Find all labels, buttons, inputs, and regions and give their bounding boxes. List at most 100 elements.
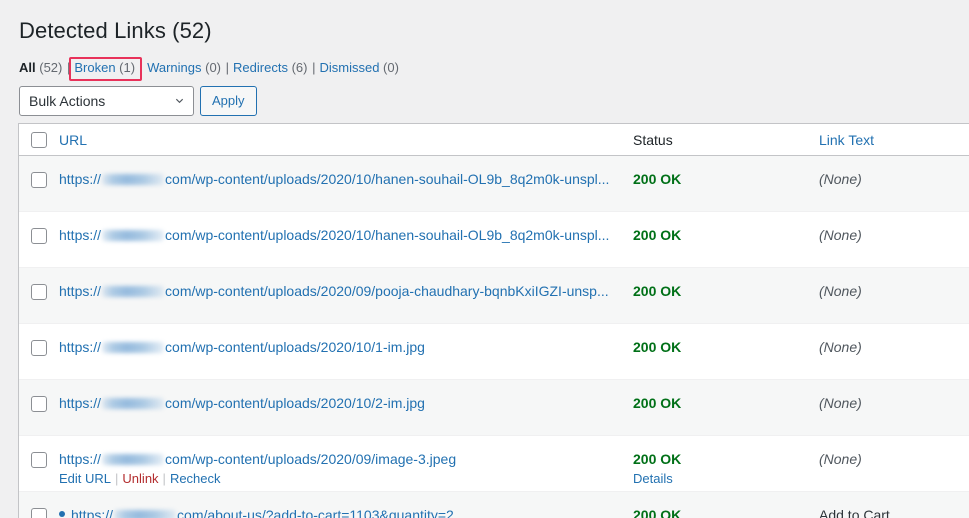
table-body: https:// com/wp-content/uploads/2020/10/h… [19,156,969,518]
row-select-cell [19,282,59,300]
url-cell: https:// com/wp-content/uploads/2020/10/h… [59,170,633,188]
url-link[interactable]: https:// com/wp-content/uploads/2020/09/i… [59,450,456,468]
url-link[interactable]: https:// com/wp-content/uploads/2020/10/h… [59,170,609,188]
filter-item-warnings: Warnings (0) | [147,60,230,75]
url-line: https:// com/wp-content/uploads/2020/09/p… [59,282,633,300]
row-checkbox[interactable] [31,340,47,356]
table-row: https:// com/wp-content/uploads/2020/09/p… [19,268,969,324]
link-text-cell: (None) [819,450,969,468]
redacted-domain [102,398,165,409]
url-prefix: https:// [59,451,102,467]
action-separator: | [162,471,166,486]
url-cell: https:// com/wp-content/uploads/2020/09/i… [59,450,633,488]
column-header-url[interactable]: URL [59,132,633,148]
url-cell: https:// com/about-us/?add-to-cart=1103&q… [59,506,633,518]
filter-link-dismissed[interactable]: Dismissed [319,60,379,75]
table-row: https:// com/wp-content/uploads/2020/10/1… [19,324,969,380]
filter-item-dismissed: Dismissed (0) [319,60,398,75]
row-select-cell [19,226,59,244]
select-all-checkbox[interactable] [31,131,47,148]
filter-link-broken[interactable]: Broken [74,60,115,75]
broken-link-checker-page: Detected Links (52) All (52) | Broken (1)… [0,0,969,518]
redacted-domain [114,510,177,518]
url-cell: https:// com/wp-content/uploads/2020/10/2… [59,394,633,412]
url-suffix: com/wp-content/uploads/2020/10/2-im.jpg [165,395,425,411]
row-checkbox[interactable] [31,228,47,244]
action-separator: | [115,471,119,486]
filter-separator: | [139,59,144,75]
column-header-status: Status [633,132,819,148]
table-row: https:// com/wp-content/uploads/2020/10/h… [19,212,969,268]
edit-url-action[interactable]: Edit URL [59,471,111,486]
filter-count-all: (52) [35,59,66,75]
url-suffix: com/wp-content/uploads/2020/09/pooja-cha… [165,283,609,299]
status-cell: 200 OK [633,226,819,244]
filter-item-broken: Broken (1) | [74,60,144,75]
url-suffix: com/wp-content/uploads/2020/10/hanen-sou… [165,227,610,243]
link-text-cell: (None) [819,170,969,188]
bulk-actions-select[interactable]: Bulk Actions [19,85,194,116]
select-all-cell [19,131,59,148]
url-link[interactable]: https:// com/wp-content/uploads/2020/10/h… [59,226,609,244]
link-text-cell: (None) [819,226,969,244]
row-checkbox[interactable] [31,396,47,412]
row-checkbox[interactable] [31,284,47,300]
url-line: https:// com/wp-content/uploads/2020/10/h… [59,170,633,188]
url-prefix: https:// [71,507,114,518]
status-badge: 200 OK [633,283,682,299]
filter-separator: | [312,59,316,75]
filter-separator: | [225,59,230,75]
status-badge: 200 OK [633,395,682,411]
column-header-url-label[interactable]: URL [59,132,87,148]
table-header-row: URL Status Link Text [19,124,969,156]
column-header-status-label: Status [633,131,673,148]
row-checkbox[interactable] [31,452,47,468]
status-cell: 200 OK [633,394,819,412]
redacted-domain [102,286,165,297]
link-text-value: (None) [819,339,862,355]
link-text-value: (None) [819,395,862,411]
link-text-cell: (None) [819,338,969,356]
link-text-cell: Add to Cart [819,506,969,518]
filter-item-redirects: Redirects (6) | [233,60,316,75]
filter-link-redirects[interactable]: Redirects [233,60,288,75]
details-action[interactable]: Details [633,471,673,486]
url-link[interactable]: https:// com/wp-content/uploads/2020/09/p… [59,282,609,300]
status-cell: 200 OK [633,338,819,356]
table-row: https:// com/wp-content/uploads/2020/09/i… [19,436,969,492]
filter-count-broken: (1) [115,59,139,75]
row-select-cell [19,506,59,518]
url-link[interactable]: https:// com/wp-content/uploads/2020/10/1… [59,338,425,356]
table-row: https:// com/about-us/?add-to-cart=1103&q… [19,492,969,518]
url-link[interactable]: https:// com/wp-content/uploads/2020/10/2… [59,394,425,412]
status-cell: 200 OK [633,506,819,518]
link-text-value: (None) [819,451,862,467]
status-badge: 200 OK [633,507,682,518]
url-line: https:// com/wp-content/uploads/2020/10/h… [59,226,633,244]
row-select-cell [19,394,59,412]
url-prefix: https:// [59,171,102,187]
url-line: https:// com/wp-content/uploads/2020/10/2… [59,394,633,412]
filter-link-warnings[interactable]: Warnings [147,60,201,75]
link-text-cell: (None) [819,394,969,412]
unlink-action[interactable]: Unlink [122,471,158,486]
url-cell: https:// com/wp-content/uploads/2020/10/1… [59,338,633,356]
url-prefix: https:// [59,283,102,299]
row-checkbox[interactable] [31,172,47,188]
filter-count-warnings: (0) [201,59,225,75]
url-link[interactable]: https:// com/about-us/?add-to-cart=1103&q… [71,506,454,518]
row-checkbox[interactable] [31,508,47,518]
status-cell: 200 OK Details [633,450,819,486]
url-suffix: com/wp-content/uploads/2020/10/1-im.jpg [165,339,425,355]
column-header-link-text[interactable]: Link Text [819,132,969,148]
column-header-link-text-label[interactable]: Link Text [819,132,874,148]
url-prefix: https:// [59,227,102,243]
chevron-down-icon [174,95,185,106]
filter-link-all[interactable]: All [19,60,36,75]
table-row: https:// com/wp-content/uploads/2020/10/2… [19,380,969,436]
recheck-action[interactable]: Recheck [170,471,221,486]
filter-links: All (52) | Broken (1) | Warnings (0) | Redi… [0,46,969,77]
filter-item-all: All (52) | [19,60,71,75]
apply-button[interactable]: Apply [200,85,257,116]
url-prefix: https:// [59,395,102,411]
